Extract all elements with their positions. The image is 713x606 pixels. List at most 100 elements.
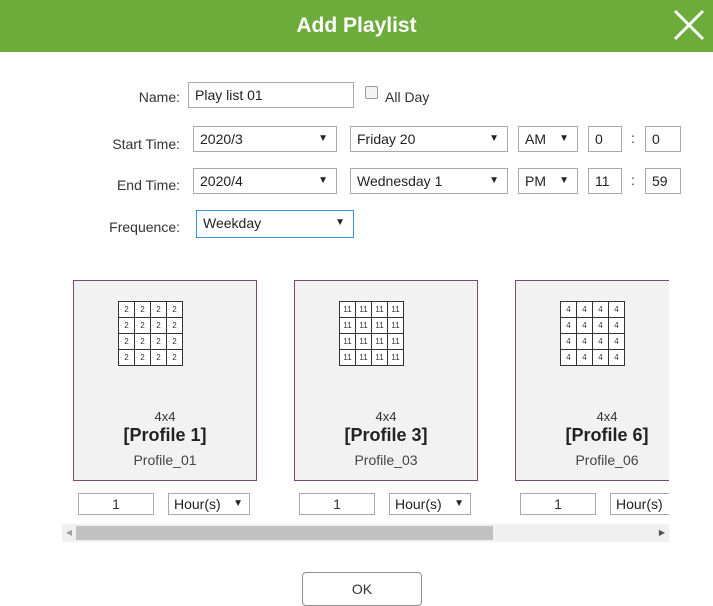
grid-cell: 2 bbox=[150, 301, 167, 318]
grid-cell: 2 bbox=[118, 333, 135, 350]
grid-cell: 2 bbox=[118, 301, 135, 318]
scrollbar-thumb[interactable] bbox=[76, 526, 493, 540]
profile-card[interactable]: 4444 4444 4444 4444 4x4 [Profile 6] Prof… bbox=[515, 280, 669, 481]
duration-unit-select[interactable]: Hour(s) ▼ bbox=[168, 493, 250, 515]
end-ampm-select[interactable]: PM ▼ bbox=[518, 168, 578, 194]
end-day-value: Wednesday 1 bbox=[357, 173, 443, 189]
chevron-down-icon: ▼ bbox=[559, 133, 569, 144]
start-time-label: Start Time: bbox=[112, 136, 180, 152]
grid-cell: 2 bbox=[150, 317, 167, 334]
grid-cell: 11 bbox=[355, 317, 372, 334]
grid-cell: 11 bbox=[387, 301, 404, 318]
grid-cell: 4 bbox=[608, 317, 625, 334]
profile-layout: 4x4 bbox=[375, 409, 397, 424]
grid-cell: 11 bbox=[355, 333, 372, 350]
profile-list: 2222 2222 2222 2222 4x4 [Profile 1] Prof… bbox=[62, 280, 669, 520]
layout-grid-preview: 11 11 11 11 11 11 11 11 11 11 11 11 11 11 11 11 bbox=[339, 301, 404, 366]
all-day-checkbox[interactable] bbox=[365, 86, 378, 99]
start-ampm-value: AM bbox=[525, 131, 546, 147]
duration-unit-select[interactable]: Hour(s) ▼ bbox=[389, 493, 471, 515]
grid-cell: 11 bbox=[371, 301, 388, 318]
profile-id: Profile_01 bbox=[133, 452, 197, 468]
grid-cell: 4 bbox=[576, 349, 593, 366]
grid-cell: 2 bbox=[134, 317, 151, 334]
grid-cell: 11 bbox=[339, 317, 356, 334]
profile-card[interactable]: 2222 2222 2222 2222 4x4 [Profile 1] Prof… bbox=[73, 280, 257, 481]
grid-cell: 4 bbox=[576, 333, 593, 350]
profile-id: Profile_06 bbox=[575, 452, 639, 468]
profile-name: [Profile 1] bbox=[123, 425, 207, 445]
horizontal-scrollbar[interactable]: ◀ ▶ bbox=[62, 524, 669, 542]
grid-cell: 4 bbox=[608, 333, 625, 350]
chevron-down-icon: ▼ bbox=[233, 498, 243, 509]
grid-cell: 4 bbox=[560, 317, 577, 334]
scroll-right-icon[interactable]: ▶ bbox=[655, 524, 669, 542]
grid-cell: 11 bbox=[339, 349, 356, 366]
duration-input[interactable]: 1 bbox=[299, 493, 375, 515]
start-hour-input[interactable]: 0 bbox=[588, 126, 622, 152]
end-day-select[interactable]: Wednesday 1 ▼ bbox=[350, 168, 508, 194]
start-day-select[interactable]: Friday 20 ▼ bbox=[350, 126, 508, 152]
end-month-select[interactable]: 2020/4 ▼ bbox=[193, 168, 337, 194]
grid-cell: 4 bbox=[608, 301, 625, 318]
end-time-label: End Time: bbox=[116, 177, 180, 193]
duration-unit-value: Hour(s) bbox=[616, 496, 663, 512]
profile-layout: 4x4 bbox=[596, 409, 618, 424]
grid-cell: 2 bbox=[134, 301, 151, 318]
grid-cell: 11 bbox=[339, 301, 356, 318]
frequence-label: Frequence: bbox=[109, 219, 180, 235]
grid-cell: 2 bbox=[118, 349, 135, 366]
grid-cell: 2 bbox=[134, 349, 151, 366]
grid-cell: 11 bbox=[371, 333, 388, 350]
start-ampm-select[interactable]: AM ▼ bbox=[518, 126, 578, 152]
end-minute-input[interactable]: 59 bbox=[645, 168, 681, 194]
scroll-left-icon[interactable]: ◀ bbox=[62, 524, 76, 542]
duration-input[interactable]: 1 bbox=[520, 493, 596, 515]
grid-cell: 4 bbox=[560, 349, 577, 366]
chevron-down-icon: ▼ bbox=[335, 217, 345, 228]
grid-cell: 4 bbox=[576, 301, 593, 318]
grid-cell: 4 bbox=[608, 349, 625, 366]
duration-unit-value: Hour(s) bbox=[174, 496, 221, 512]
layout-grid-preview: 2222 2222 2222 2222 bbox=[118, 301, 183, 366]
layout-grid-preview: 4444 4444 4444 4444 bbox=[560, 301, 625, 366]
grid-cell: 11 bbox=[355, 349, 372, 366]
chevron-down-icon: ▼ bbox=[318, 133, 328, 144]
dialog-title: Add Playlist bbox=[296, 14, 417, 37]
profile-layout: 4x4 bbox=[154, 409, 176, 424]
grid-cell: 11 bbox=[355, 301, 372, 318]
start-month-select[interactable]: 2020/3 ▼ bbox=[193, 126, 337, 152]
duration-input[interactable]: 1 bbox=[78, 493, 154, 515]
end-hour-input[interactable]: 11 bbox=[588, 168, 622, 194]
time-separator: : bbox=[631, 172, 635, 188]
start-month-value: 2020/3 bbox=[200, 131, 243, 147]
all-day-label: All Day bbox=[385, 89, 430, 105]
profile-card[interactable]: 11 11 11 11 11 11 11 11 11 11 11 11 11 11 11 11 4x4 … bbox=[294, 280, 478, 481]
close-icon[interactable] bbox=[669, 5, 709, 45]
grid-cell: 2 bbox=[166, 333, 183, 350]
chevron-down-icon: ▼ bbox=[489, 133, 499, 144]
name-input[interactable]: Play list 01 bbox=[188, 82, 354, 108]
grid-cell: 11 bbox=[387, 317, 404, 334]
grid-cell: 11 bbox=[387, 333, 404, 350]
start-minute-input[interactable]: 0 bbox=[645, 126, 681, 152]
grid-cell: 2 bbox=[134, 333, 151, 350]
profile-name: [Profile 6] bbox=[565, 425, 649, 445]
grid-cell: 2 bbox=[118, 317, 135, 334]
grid-cell: 2 bbox=[166, 317, 183, 334]
chevron-down-icon: ▼ bbox=[559, 175, 569, 186]
profile-name: [Profile 3] bbox=[344, 425, 428, 445]
grid-cell: 11 bbox=[371, 349, 388, 366]
grid-cell: 2 bbox=[150, 349, 167, 366]
chevron-down-icon: ▼ bbox=[489, 175, 499, 186]
grid-cell: 4 bbox=[592, 349, 609, 366]
grid-cell: 4 bbox=[560, 333, 577, 350]
profile-id: Profile_03 bbox=[354, 452, 418, 468]
frequence-select[interactable]: Weekday ▼ bbox=[196, 210, 354, 238]
chevron-down-icon: ▼ bbox=[318, 175, 328, 186]
grid-cell: 2 bbox=[166, 301, 183, 318]
ok-button[interactable]: OK bbox=[302, 572, 422, 606]
grid-cell: 2 bbox=[150, 333, 167, 350]
duration-unit-select[interactable]: Hour(s) ▼ bbox=[610, 493, 669, 515]
grid-cell: 4 bbox=[592, 317, 609, 334]
